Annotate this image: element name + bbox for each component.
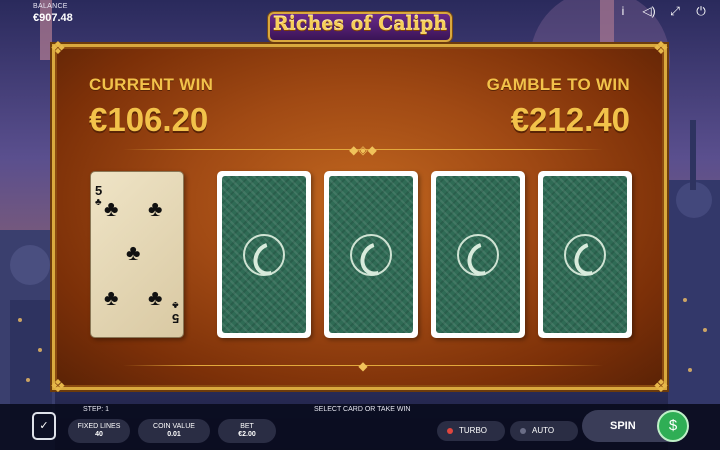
auto-label: AUTO xyxy=(532,426,555,435)
fullscreen-icon[interactable]: ⤢ xyxy=(668,4,682,18)
game-logo: Riches of Caliph xyxy=(250,4,470,44)
crescent-emblem-icon xyxy=(243,233,285,276)
gamble-panel: ❖ ❖ ❖ ❖ CURRENT WIN €106.20 GAMBLE TO WI… xyxy=(50,38,669,396)
ornament-corner-icon: ❖ xyxy=(49,38,67,58)
balance-value: €907.48 xyxy=(33,12,73,24)
card-face-down[interactable] xyxy=(538,171,632,338)
turbo-indicator-icon xyxy=(447,428,453,434)
bet-label: BET xyxy=(240,423,254,430)
step-indicator: STEP: 1 xyxy=(83,406,110,413)
ornament-corner-icon: ❖ xyxy=(49,376,67,396)
turbo-label: TURBO xyxy=(459,426,487,435)
coin-value[interactable]: COIN VALUE 0.01 xyxy=(138,419,210,443)
coin-value-label: COIN VALUE xyxy=(153,423,195,430)
ornament-divider: ◆ xyxy=(123,359,603,373)
card-rank: 5 xyxy=(172,311,180,326)
fixed-lines: FIXED LINES 40 xyxy=(68,419,130,443)
ornament-divider: ◆◈◆ xyxy=(123,143,603,157)
card-face-up: 5 ♣ ♣ ♣ ♣ ♣ ♣ ♣ 5 xyxy=(90,171,184,338)
gamble-to-win: GAMBLE TO WIN €212.40 xyxy=(487,75,630,139)
crescent-emblem-icon xyxy=(457,233,499,276)
club-icon: ♣ xyxy=(172,299,179,310)
ticket-icon[interactable]: ✓ xyxy=(32,412,56,440)
current-win-label: CURRENT WIN xyxy=(89,75,214,94)
card-face-down[interactable] xyxy=(217,171,311,338)
auto-button[interactable]: AUTO xyxy=(510,421,578,441)
spin-label: SPIN xyxy=(610,420,636,432)
crescent-emblem-icon xyxy=(564,233,606,276)
fixed-lines-label: FIXED LINES xyxy=(77,423,121,430)
fixed-lines-value: 40 xyxy=(95,431,103,439)
gamble-to-win-label: GAMBLE TO WIN xyxy=(486,75,630,94)
sound-icon[interactable]: ◁) xyxy=(642,4,656,18)
gamble-to-win-value: €212.40 xyxy=(510,101,630,138)
club-icon: ♣ xyxy=(126,240,141,265)
club-icon: ♣ xyxy=(104,196,119,221)
ornament-corner-icon: ❖ xyxy=(652,38,670,58)
club-icon: ♣ xyxy=(148,196,163,221)
coin-value-value: 0.01 xyxy=(167,431,181,439)
bet[interactable]: BET €2.00 xyxy=(218,419,276,443)
game-title: Riches of Caliph xyxy=(272,13,448,35)
card-face-down[interactable] xyxy=(431,171,525,338)
crescent-emblem-icon xyxy=(350,233,392,276)
balance-label: BALANCE xyxy=(33,3,68,10)
power-icon[interactable]: ⏻ xyxy=(694,4,708,18)
current-win: CURRENT WIN €106.20 xyxy=(89,75,213,139)
club-icon: ♣ xyxy=(104,285,119,310)
bet-value: €2.00 xyxy=(238,431,256,439)
balance-display: BALANCE €907.48 xyxy=(33,3,73,24)
card-rank: 5 xyxy=(95,183,103,198)
turbo-button[interactable]: TURBO xyxy=(437,421,505,441)
collect-cash-icon[interactable]: $ xyxy=(657,410,689,442)
card-face-down[interactable] xyxy=(324,171,418,338)
status-message: SELECT CARD OR TAKE WIN xyxy=(314,406,411,413)
club-icon: ♣ xyxy=(95,197,102,208)
ornament-icon: ◆◈◆ xyxy=(349,143,377,157)
top-toolbar: i ◁) ⤢ ⏻ xyxy=(616,4,708,18)
ornament-icon: ◆ xyxy=(358,359,368,373)
ornament-corner-icon: ❖ xyxy=(652,376,670,396)
info-icon[interactable]: i xyxy=(616,4,630,18)
club-icon: ♣ xyxy=(148,285,163,310)
auto-indicator-icon xyxy=(520,428,526,434)
current-win-value: €106.20 xyxy=(89,101,209,138)
